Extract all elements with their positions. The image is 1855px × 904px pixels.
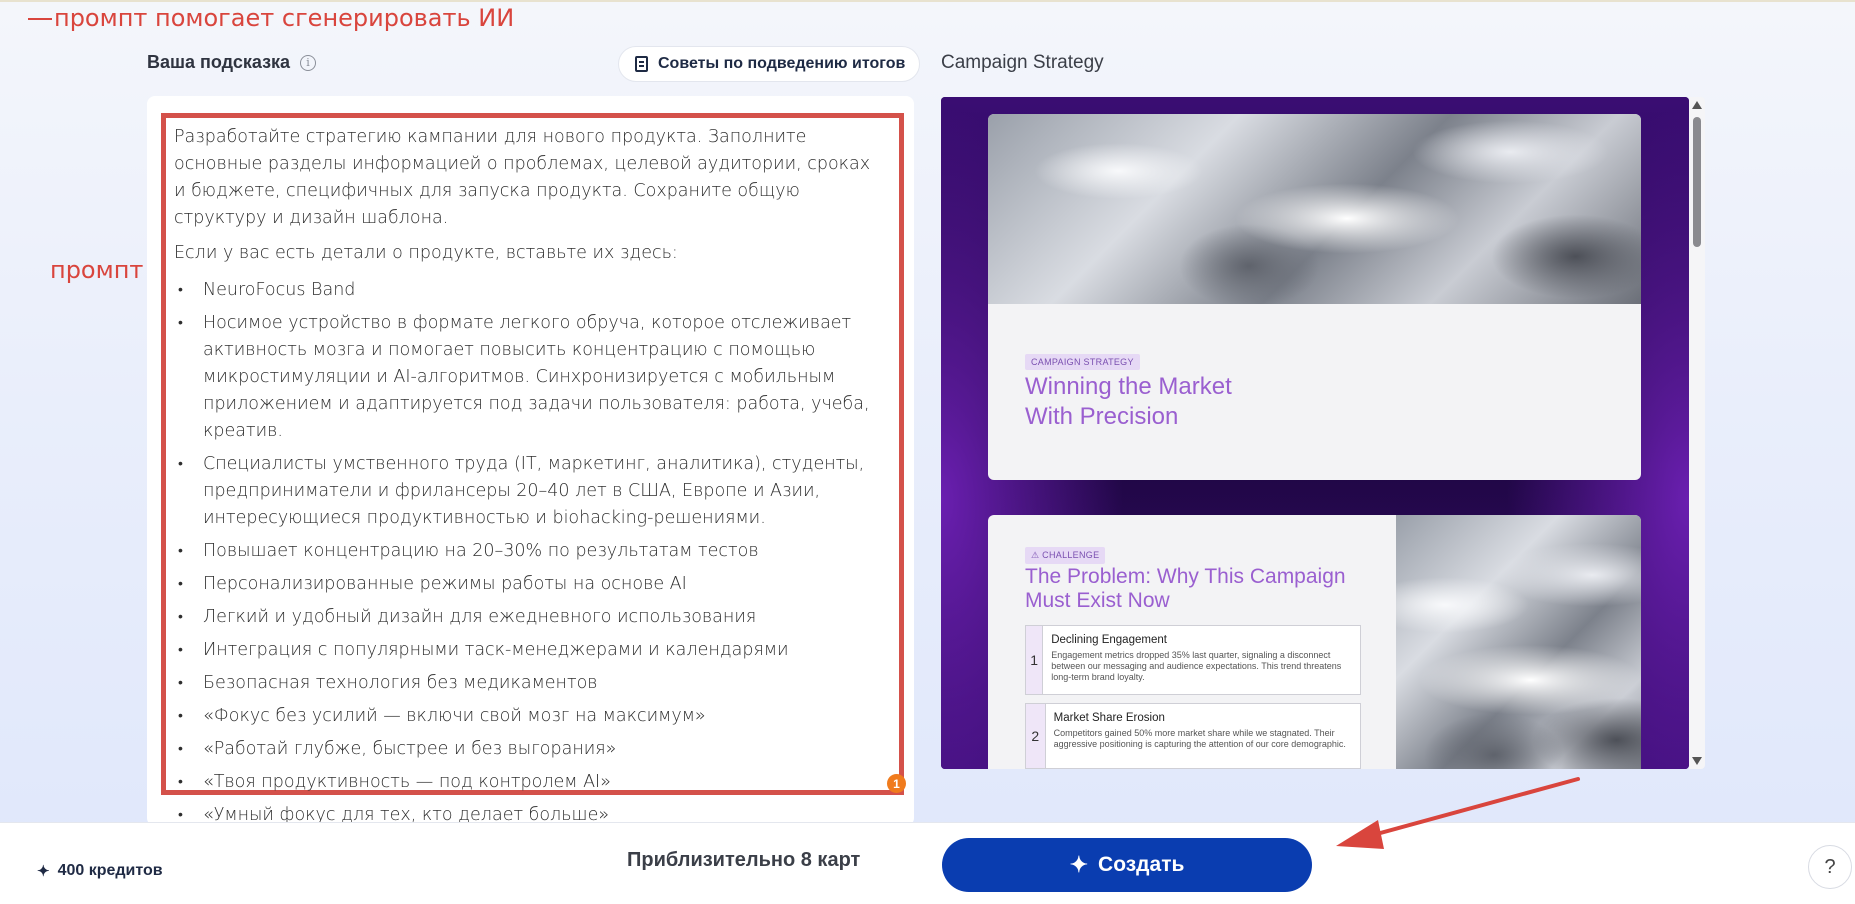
preview-title: Campaign Strategy bbox=[941, 52, 1104, 73]
list-item: «Твоя продуктивность — под контролем AI» bbox=[174, 769, 886, 796]
slides-preview[interactable]: CAMPAIGN STRATEGY Winning the Market Wit… bbox=[941, 97, 1689, 769]
summary-tips-button[interactable]: Советы по подведению итогов bbox=[618, 46, 921, 82]
list-item: Повышает концентрацию на 20–30% по резул… bbox=[174, 538, 886, 565]
create-button[interactable]: ✦ Создать bbox=[942, 838, 1312, 892]
preview-scrollbar[interactable] bbox=[1689, 97, 1705, 769]
slide-title-line2: With Precision bbox=[1025, 403, 1179, 430]
prompt-intro: Разработайте стратегию кампании для ново… bbox=[174, 127, 871, 228]
bottom-bar bbox=[0, 822, 1855, 904]
scroll-up-icon[interactable] bbox=[1692, 101, 1702, 109]
slide-tag: CAMPAIGN STRATEGY bbox=[1025, 354, 1140, 370]
create-button-label: Создать bbox=[1098, 853, 1185, 876]
list-item: Персонализированные режимы работы на осн… bbox=[174, 571, 886, 598]
chrome-liquid-image bbox=[988, 114, 1641, 304]
slide-problem-title: The Problem: Why This Campaign Must Exis… bbox=[1025, 565, 1346, 612]
annotation-side-label: промпт bbox=[50, 256, 144, 284]
slide-title-card[interactable]: CAMPAIGN STRATEGY Winning the Market Wit… bbox=[988, 114, 1641, 480]
list-item: NeuroFocus Band bbox=[174, 277, 886, 304]
issue-title: Market Share Erosion bbox=[1053, 712, 1165, 724]
annotation-title: промпт помогает сгенерировать ИИ bbox=[54, 4, 515, 32]
slide-title-line1: Winning the Market bbox=[1025, 373, 1232, 400]
challenge-tag: ⚠ CHALLENGE bbox=[1025, 547, 1106, 564]
issue-card: 2 Market Share Erosion Competitors gaine… bbox=[1025, 703, 1361, 769]
slide-problem[interactable]: ⚠ CHALLENGE The Problem: Why This Campai… bbox=[988, 515, 1641, 769]
info-icon[interactable]: i bbox=[300, 54, 317, 71]
issue-number: 1 bbox=[1026, 626, 1044, 694]
sparkle-icon: ✦ bbox=[37, 863, 50, 880]
issue-number: 2 bbox=[1026, 704, 1046, 768]
chrome-liquid-image bbox=[1396, 515, 1641, 769]
list-item: Специалисты умственного труда (IT, марке… bbox=[174, 451, 886, 532]
prompt-details-lead: Если у вас есть детали о продукте, встав… bbox=[174, 243, 678, 263]
prompt-editor[interactable]: Разработайте стратегию кампании для ново… bbox=[174, 124, 886, 835]
issue-title: Declining Engagement bbox=[1051, 634, 1167, 646]
help-button[interactable]: ? bbox=[1808, 845, 1852, 889]
issue-text: Competitors gained 50% more market share… bbox=[1053, 728, 1346, 749]
list-item: «Работай глубже, быстрее и без выгорания… bbox=[174, 736, 886, 763]
issue-body: Market Share Erosion Competitors gained … bbox=[1046, 704, 1360, 768]
issue-text: Engagement metrics dropped 35% last quar… bbox=[1051, 650, 1342, 682]
scroll-down-icon[interactable] bbox=[1692, 757, 1702, 765]
top-border bbox=[0, 0, 1855, 2]
list-item: «Фокус без усилий — включи свой мозг на … bbox=[174, 703, 886, 730]
list-item: Легкий и удобный дизайн для ежедневного … bbox=[174, 604, 886, 631]
book-icon bbox=[635, 56, 648, 72]
notification-badge[interactable]: 1 bbox=[887, 774, 906, 793]
credits-indicator[interactable]: ✦ 400 кредитов bbox=[37, 862, 163, 880]
prompt-label-text: Ваша подсказка bbox=[147, 52, 291, 72]
issue-card: 1 Declining Engagement Engagement metric… bbox=[1025, 625, 1361, 695]
slide-title: Winning the Market With Precision bbox=[1025, 372, 1285, 432]
sparkle-icon: ✦ bbox=[1069, 852, 1089, 877]
issue-body: Declining Engagement Engagement metrics … bbox=[1043, 626, 1360, 694]
annotation-dash bbox=[28, 18, 52, 20]
list-item: Интеграция с популярными таск-менеджерам… bbox=[174, 637, 886, 664]
summary-tips-label: Советы по подведению итогов bbox=[658, 55, 906, 72]
credits-label: 400 кредитов bbox=[57, 862, 163, 879]
prompt-details-list: NeuroFocus Band Носимое устройство в фор… bbox=[174, 277, 886, 829]
list-item: Безопасная технология без медикаментов bbox=[174, 670, 886, 697]
approx-cards-label: Приблизительно 8 карт bbox=[627, 849, 861, 871]
scroll-thumb[interactable] bbox=[1693, 117, 1701, 247]
list-item: Носимое устройство в формате легкого обр… bbox=[174, 310, 886, 445]
prompt-label: Ваша подсказка i bbox=[147, 52, 317, 73]
